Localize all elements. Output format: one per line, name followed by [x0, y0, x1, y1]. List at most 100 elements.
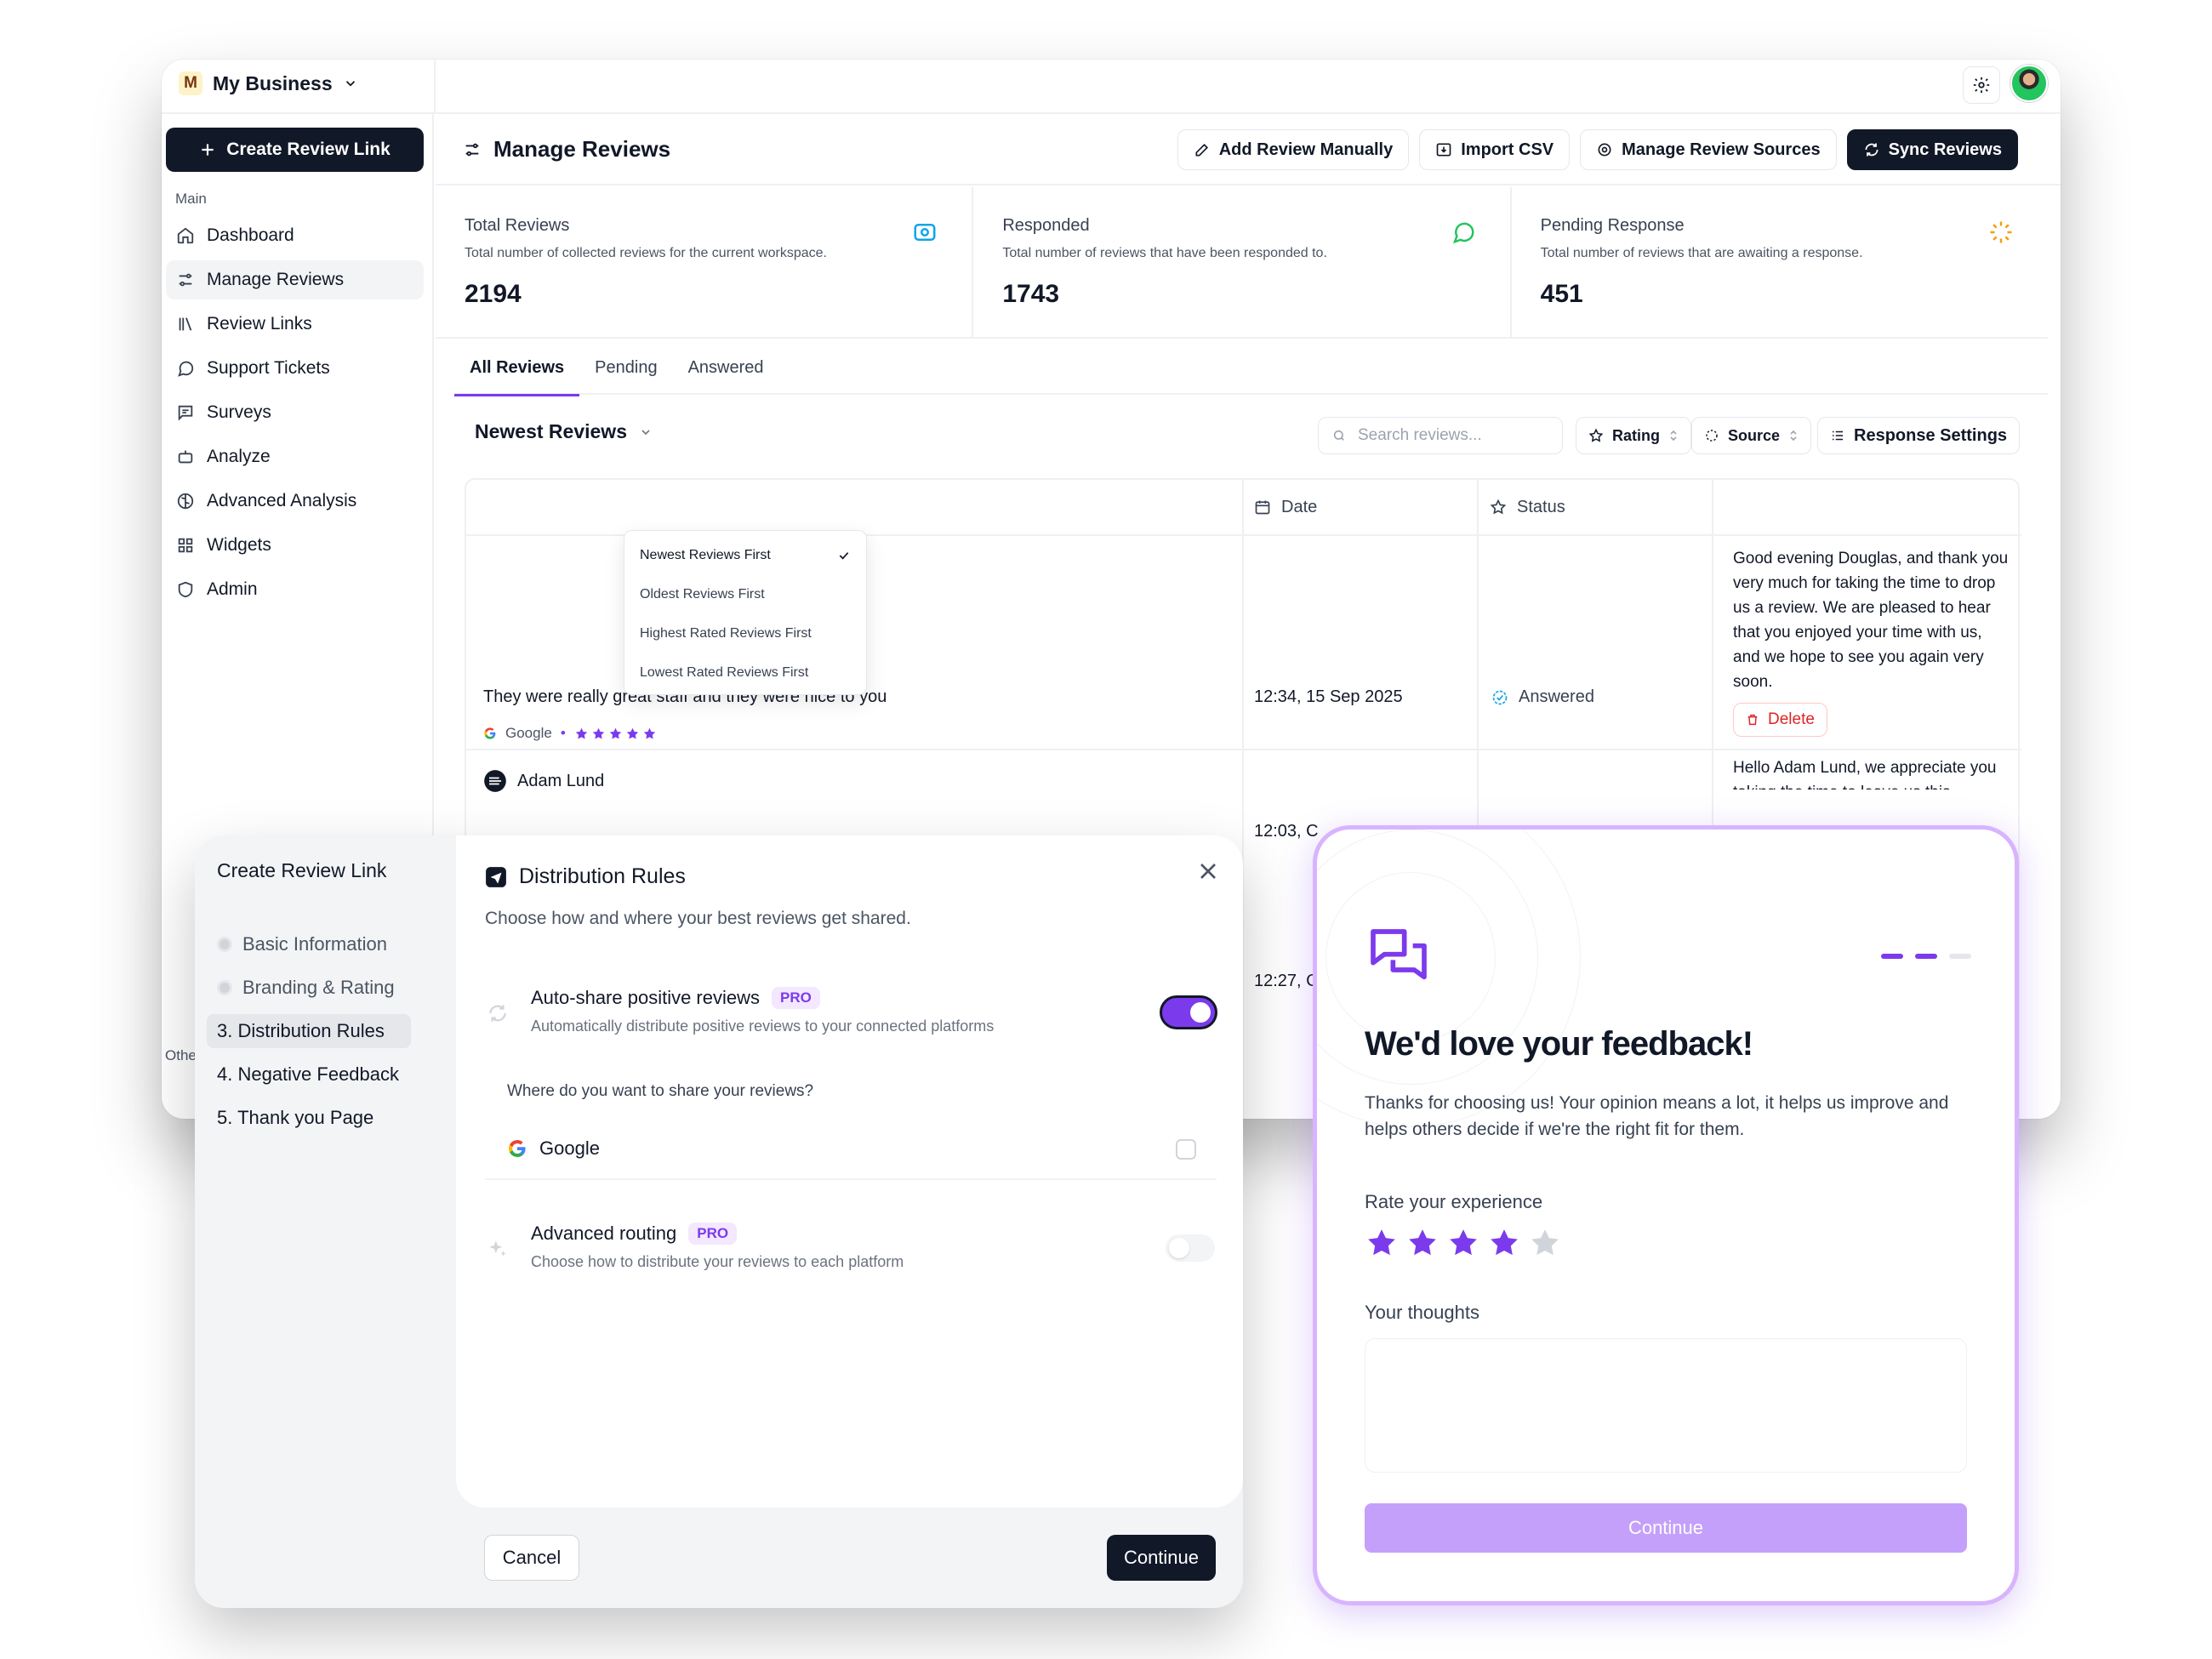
sort-option[interactable]: Lowest Rated Reviews First	[630, 653, 861, 693]
feedback-continue-button[interactable]: Continue	[1365, 1503, 1967, 1553]
pro-badge: PRO	[688, 1223, 738, 1245]
sliders-icon	[179, 273, 192, 287]
source-filter[interactable]: Source	[1691, 417, 1812, 454]
close-icon[interactable]	[1194, 858, 1222, 885]
reviewer-name: Adam Lund	[517, 771, 605, 790]
thoughts-textarea[interactable]	[1365, 1338, 1967, 1473]
continue-button[interactable]: Continue	[1107, 1535, 1216, 1581]
sort-option-label: Oldest Reviews First	[640, 587, 765, 601]
star-filled-icon[interactable]	[1487, 1226, 1521, 1260]
sort-option[interactable]: Highest Rated Reviews First	[630, 614, 861, 653]
settings-button[interactable]	[1963, 66, 2000, 104]
page-title-text: Manage Reviews	[493, 136, 671, 162]
check-icon	[839, 552, 849, 560]
share-question: Where do you want to share your reviews?	[507, 1082, 814, 1100]
download-icon	[1436, 143, 1451, 157]
business-badge: M	[179, 71, 202, 95]
stat-value: 2194	[465, 280, 522, 308]
auto-share-title: Auto-share positive reviews PRO	[531, 987, 820, 1009]
sync-reviews-label: Sync Reviews	[1888, 140, 2002, 159]
manage-review-sources-label: Manage Review Sources	[1622, 140, 1821, 159]
sidebar-section-other: Othe	[165, 1047, 197, 1063]
eye-icon	[914, 224, 936, 241]
add-review-manually-button[interactable]: Add Review Manually	[1177, 129, 1410, 170]
sidebar-item-analyze[interactable]: Analyze	[166, 437, 424, 476]
pro-badge: PRO	[772, 987, 820, 1009]
sidebar-section-main: Main	[175, 191, 207, 207]
google-label: Google	[539, 1137, 600, 1159]
sidebar-item-admin[interactable]: Admin	[166, 570, 424, 609]
rate-label: Rate your experience	[1365, 1191, 1543, 1212]
search-input[interactable]: Search reviews...	[1318, 417, 1563, 454]
gear-icon	[1598, 143, 1611, 157]
star-filled-icon[interactable]	[1365, 1226, 1399, 1260]
star-empty-icon[interactable]	[1528, 1226, 1562, 1260]
reviewer: Adam Lund	[483, 769, 604, 793]
tab-pending[interactable]: Pending	[579, 340, 672, 395]
create-review-link-label: Create Review Link	[226, 140, 391, 159]
auto-share-option: Auto-share positive reviews PRO Automati…	[485, 987, 1225, 1055]
step-basic-information[interactable]: Basic Information	[207, 927, 411, 961]
sidebar-item-surveys[interactable]: Surveys	[166, 393, 424, 432]
response-settings-button[interactable]: Response Settings	[1817, 417, 2021, 454]
star-filled-icon[interactable]	[1405, 1226, 1440, 1260]
google-platform-row[interactable]: Google	[485, 1120, 1217, 1180]
sort-option[interactable]: Newest Reviews First	[630, 536, 861, 575]
advanced-routing-toggle[interactable]	[1166, 1234, 1215, 1262]
business-switcher[interactable]: M My Business	[179, 71, 358, 95]
search-placeholder: Search reviews...	[1358, 426, 1482, 444]
star-filled-icon[interactable]	[1446, 1226, 1480, 1260]
review-date: 12:03, C	[1254, 822, 1319, 841]
auto-share-toggle[interactable]	[1160, 995, 1217, 1029]
cancel-button[interactable]: Cancel	[484, 1535, 579, 1581]
step-label: Basic Information	[242, 933, 387, 955]
sort-option-label: Highest Rated Reviews First	[640, 626, 812, 641]
sidebar-item-label: Admin	[207, 579, 258, 599]
step-thank-you-page[interactable]: 5. Thank you Page	[207, 1101, 411, 1135]
import-csv-button[interactable]: Import CSV	[1419, 129, 1571, 170]
sidebar-item-manage-reviews[interactable]: Manage Reviews	[166, 260, 424, 299]
stat-label: Responded	[1002, 216, 1090, 235]
step-label: Branding & Rating	[242, 977, 395, 998]
sync-reviews-button[interactable]: Sync Reviews	[1846, 129, 2018, 170]
step-branding-rating[interactable]: Branding & Rating	[207, 971, 411, 1005]
rating-filter[interactable]: Rating	[1576, 417, 1691, 454]
send-icon	[486, 866, 506, 887]
message-square-icon	[178, 405, 193, 421]
edit-icon	[1195, 143, 1208, 157]
progress-segment	[1949, 954, 1971, 959]
chevron-down-icon	[345, 81, 355, 87]
sidebar-item-advanced-analysis[interactable]: Advanced Analysis	[166, 482, 424, 521]
stat-total-reviews: Total Reviews Total number of collected …	[436, 187, 974, 337]
brain-icon	[177, 493, 194, 510]
page-header: Manage Reviews Add Review Manually Impor…	[436, 114, 2061, 185]
star-rating[interactable]	[1365, 1226, 1562, 1260]
sidebar-item-review-links[interactable]: Review Links	[166, 305, 424, 344]
progress-segment	[1915, 954, 1937, 959]
advanced-routing-description: Choose how to distribute your reviews to…	[531, 1253, 904, 1270]
sidebar-item-label: Widgets	[207, 535, 271, 555]
tab-answered[interactable]: Answered	[673, 340, 779, 395]
loader-icon	[1990, 221, 2012, 243]
step-negative-feedback[interactable]: 4. Negative Feedback	[207, 1058, 411, 1092]
sidebar-item-widgets[interactable]: Widgets	[166, 526, 424, 565]
sidebar-item-dashboard[interactable]: Dashboard	[166, 216, 424, 255]
sidebar-nav: Dashboard Manage Reviews Review Links Su…	[166, 216, 424, 614]
step-complete-indicator	[217, 937, 232, 952]
user-avatar[interactable]	[2010, 65, 2048, 102]
manage-review-sources-button[interactable]: Manage Review Sources	[1580, 129, 1837, 170]
stat-description: Total number of collected reviews for th…	[465, 246, 827, 260]
sort-option[interactable]: Oldest Reviews First	[630, 575, 861, 614]
tab-all-reviews[interactable]: All Reviews	[454, 340, 580, 396]
create-review-link-button[interactable]: Create Review Link	[166, 128, 424, 172]
source-filter-label: Source	[1728, 426, 1781, 444]
step-distribution-rules[interactable]: 3. Distribution Rules	[207, 1014, 411, 1048]
stat-value: 451	[1540, 280, 1583, 308]
sidebar-item-label: Surveys	[207, 402, 271, 422]
import-csv-label: Import CSV	[1461, 140, 1554, 159]
advanced-routing-title: Advanced routing PRO	[531, 1223, 738, 1245]
sidebar-item-support-tickets[interactable]: Support Tickets	[166, 349, 424, 388]
google-checkbox[interactable]	[1176, 1139, 1196, 1160]
sort-dropdown[interactable]: Newest Reviews	[475, 420, 653, 443]
page-title: Manage Reviews	[463, 136, 670, 162]
